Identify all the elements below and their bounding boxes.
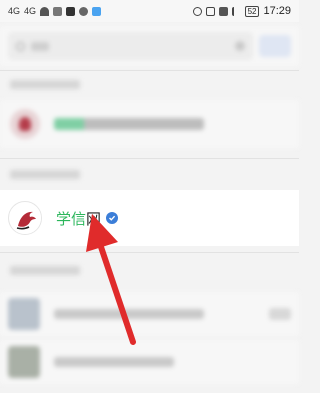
search-input[interactable] bbox=[8, 32, 253, 60]
blurred-avatar bbox=[10, 109, 40, 139]
verified-badge-icon bbox=[106, 212, 119, 224]
list-item[interactable] bbox=[0, 340, 299, 384]
list-thumbnail bbox=[8, 346, 40, 378]
app-icon bbox=[79, 6, 89, 16]
avatar bbox=[8, 201, 42, 235]
signal-4g-1: 4G bbox=[8, 6, 21, 16]
account-name-dark: 网 bbox=[86, 209, 102, 228]
signal-4g-2: 4G bbox=[24, 6, 37, 16]
battery-indicator: 52 bbox=[244, 5, 260, 17]
section-header-blur bbox=[10, 80, 80, 89]
list-thumbnail bbox=[8, 298, 40, 330]
message-icon bbox=[92, 6, 102, 16]
official-account-result[interactable]: 学信网 bbox=[0, 190, 299, 246]
tiktok-icon bbox=[66, 6, 76, 16]
status-right: 52 17:29 bbox=[192, 5, 291, 17]
list-tag-blur bbox=[269, 308, 291, 320]
search-bar bbox=[0, 26, 299, 66]
nfc-icon bbox=[205, 6, 215, 16]
account-name: 学信网 bbox=[56, 208, 119, 229]
status-bar: 4G 4G 52 17:29 bbox=[0, 0, 299, 22]
list-item[interactable] bbox=[0, 292, 299, 336]
blurred-title bbox=[54, 118, 204, 130]
search-query-blur bbox=[31, 41, 49, 51]
account-name-green: 学信 bbox=[56, 209, 87, 228]
search-button[interactable] bbox=[259, 35, 291, 57]
divider bbox=[0, 70, 299, 71]
clock: 17:29 bbox=[263, 5, 291, 17]
xuexin-logo-icon bbox=[10, 203, 41, 234]
divider bbox=[0, 252, 299, 253]
blurred-result-row[interactable] bbox=[0, 100, 299, 148]
wifi-icon bbox=[40, 6, 50, 16]
status-left: 4G 4G bbox=[8, 6, 102, 16]
list-title-blur bbox=[54, 357, 174, 367]
gallery-icon bbox=[53, 6, 63, 16]
bluetooth-icon bbox=[231, 6, 241, 16]
search-icon bbox=[16, 41, 25, 51]
mute-icon bbox=[218, 6, 228, 16]
section-header-blur bbox=[10, 266, 80, 275]
section-header-blur bbox=[10, 170, 80, 179]
eye-icon bbox=[192, 6, 202, 16]
divider bbox=[0, 158, 299, 159]
list-title-blur bbox=[54, 309, 204, 319]
clear-icon[interactable] bbox=[235, 41, 245, 51]
